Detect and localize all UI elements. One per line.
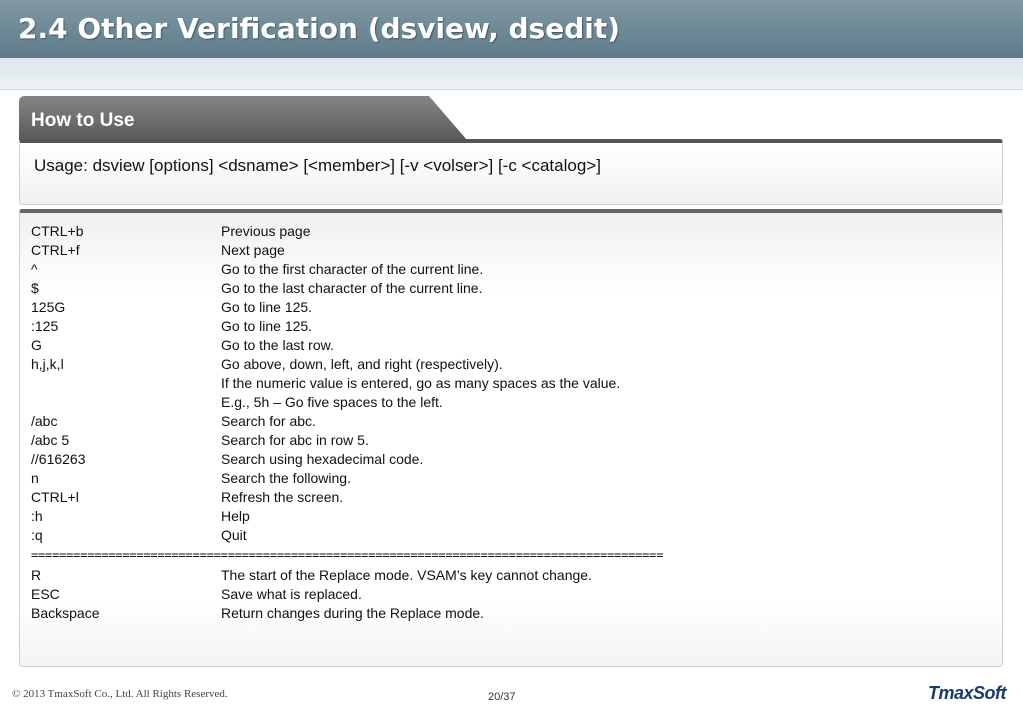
command-key: CTRL+b [31,223,84,239]
page-title: 2.4 Other Verification (dsview, dsedit) [18,12,621,45]
command-description: The start of the Replace mode. VSAM’s ke… [221,567,592,583]
command-row: G Go to the last row. [31,336,991,355]
title-bar: 2.4 Other Verification (dsview, dsedit) [0,0,1023,58]
command-key: R [31,567,42,583]
command-row: Backspace Return changes during the Repla… [31,604,991,623]
command-row: ^ Go to the first character of the curren… [31,260,991,279]
command-description: Search for abc in row 5. [221,432,369,448]
command-description: Search using hexadecimal code. [221,451,424,467]
usage-panel: Usage: dsview [options] <dsname> [<membe… [19,139,1003,205]
command-row: n Search the following. [31,469,991,488]
command-key: //616263 [31,451,86,467]
command-key: ESC [31,586,60,602]
command-row: :125 Go to line 125. [31,317,991,336]
command-row: /abc Search for abc. [31,412,991,431]
command-key: n [31,470,39,486]
command-description: Go to the last row. [221,337,334,353]
command-row: CTRL+b Previous page [31,222,991,241]
separator-line: ========================================… [31,548,664,562]
command-description: Go to line 125. [221,299,313,315]
command-row: /abc 5 Search for abc in row 5. [31,431,991,450]
command-row: 125G Go to line 125. [31,298,991,317]
command-description: Search the following. [221,470,351,486]
command-list: CTRL+b Previous page CTRL+f Next page ^ Go to… [31,222,991,623]
command-row: $ Go to the last character of the current… [31,279,991,298]
command-row: CTRL+l Refresh the screen. [31,488,991,507]
command-description: E.g., 5h – Go five spaces to the left. [221,394,443,410]
command-key: $ [31,280,39,296]
command-description: Next page [221,242,285,258]
command-description: Quit [221,527,247,543]
command-description: Go to line 125. [221,318,313,334]
command-description: Search for abc. [221,413,316,429]
command-row: ESC Save what is replaced. [31,585,991,604]
command-key: :q [31,527,43,543]
usage-text: Usage: dsview [options] <dsname> [<membe… [34,156,601,175]
command-key: CTRL+f [31,242,80,258]
command-description: Go to the last character of the current … [221,280,483,296]
command-description: If the numeric value is entered, go as m… [221,375,621,391]
command-description: Save what is replaced. [221,586,362,602]
command-row: E.g., 5h – Go five spaces to the left. [31,393,991,412]
command-row: h,j,k,l Go above, down, left, and right (… [31,355,991,374]
command-panel: CTRL+b Previous page CTRL+f Next page ^ Go to… [19,209,1003,667]
command-description: Go above, down, left, and right (respect… [221,356,503,372]
command-key: G [31,337,42,353]
command-key: 125G [31,299,66,315]
command-key: CTRL+l [31,489,79,505]
copyright-notice: © 2013 TmaxSoft Co., Ltd. All Rights Res… [12,688,228,700]
command-row: If the numeric value is entered, go as m… [31,374,991,393]
command-row: CTRL+f Next page [31,241,991,260]
command-description: Previous page [221,223,311,239]
command-row: //616263 Search using hexadecimal code. [31,450,991,469]
command-row: :h Help [31,507,991,526]
command-key: h,j,k,l [31,356,64,372]
command-row: :q Quit [31,526,991,545]
command-description: Help [221,508,250,524]
command-key: :h [31,508,43,524]
command-description: Return changes during the Replace mode. [221,605,485,621]
command-description: Refresh the screen. [221,489,344,505]
subtitle-band [0,58,1023,90]
command-description: Go to the first character of the current… [221,261,484,277]
command-key: /abc [31,413,58,429]
command-key: :125 [31,318,59,334]
section-tab: How to Use [19,96,469,140]
section-tab-label: How to Use [31,110,135,131]
command-key: ^ [31,261,38,277]
command-key: Backspace [31,605,100,621]
page-number: 20/37 [488,691,516,703]
command-key: /abc 5 [31,432,70,448]
tmaxsoft-logo: TmaxSoft [928,683,1007,703]
command-row: R The start of the Replace mode. VSAM’s k… [31,566,991,585]
